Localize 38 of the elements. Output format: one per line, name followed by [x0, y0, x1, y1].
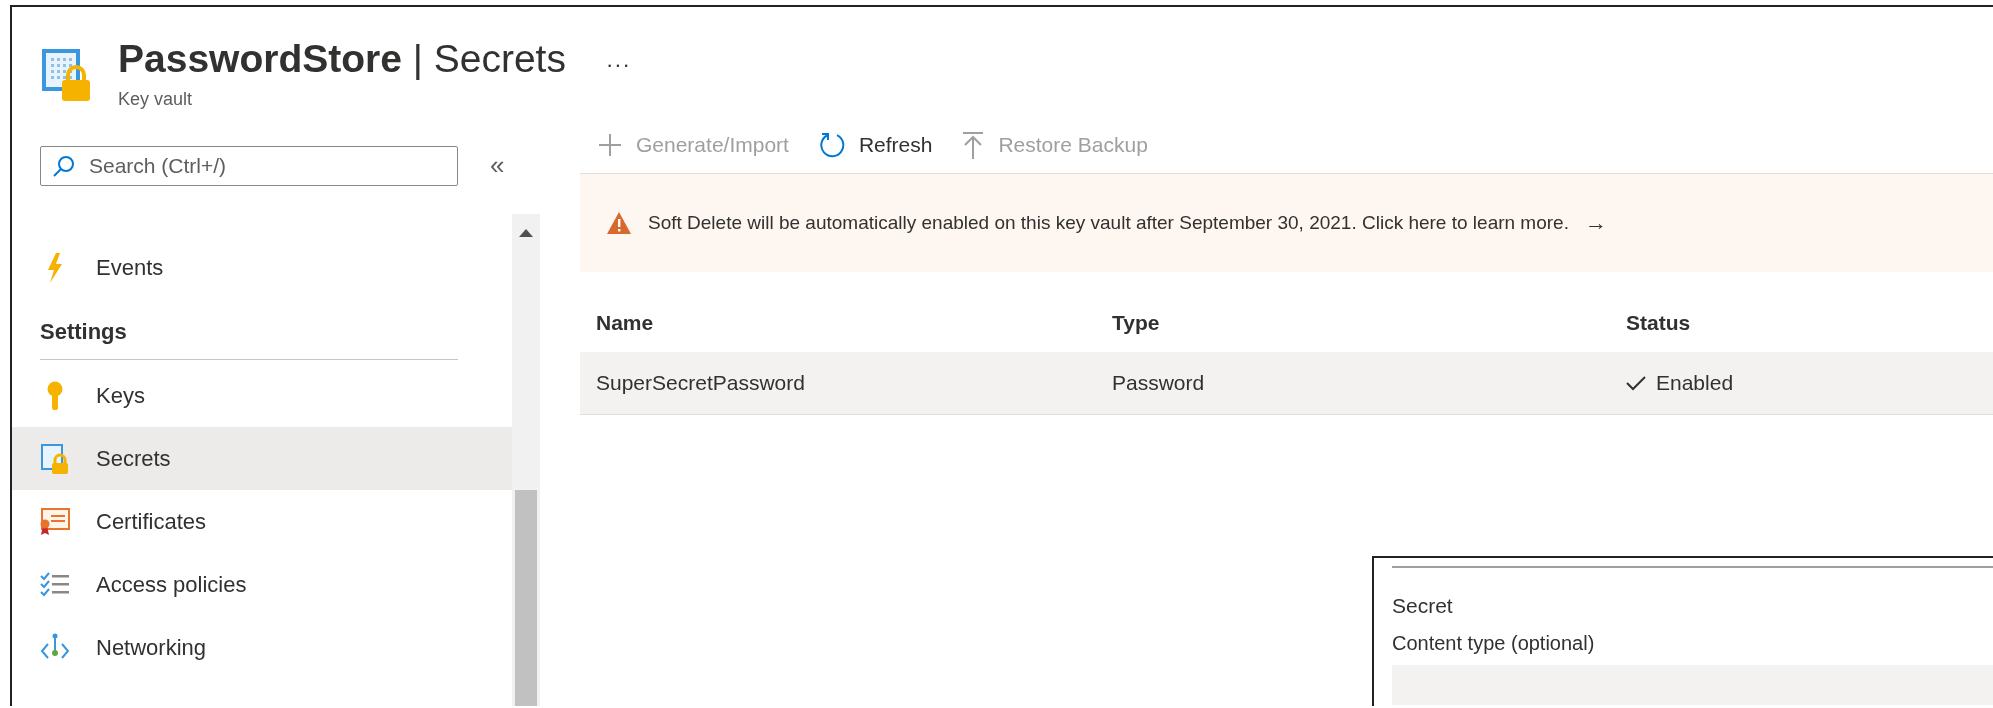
page-title: PasswordStore | Secrets	[118, 37, 566, 81]
search-icon	[53, 154, 75, 177]
refresh-icon	[818, 132, 845, 158]
sidebar-item[interactable]: Secrets	[12, 427, 512, 490]
section-heading: Settings	[40, 319, 458, 360]
sidebar-item[interactable]: Keys	[12, 364, 512, 427]
column-header[interactable]: Type	[1112, 311, 1626, 335]
scrollbar[interactable]	[512, 214, 540, 706]
key-vault-icon	[42, 47, 92, 103]
upload-icon	[962, 131, 985, 159]
search-field[interactable]: Search (Ctrl+/)	[40, 145, 458, 186]
sidebar-item[interactable]: Networking	[12, 616, 512, 679]
lightning-icon	[47, 252, 63, 283]
key-icon	[47, 380, 63, 411]
panel-heading: Secret	[1392, 593, 1454, 618]
sidebar-item[interactable]: Events	[12, 236, 512, 299]
more-button[interactable]: ···	[605, 52, 631, 78]
page-subtitle: Key vault	[118, 89, 194, 110]
sidebar-item[interactable]: Access policies	[12, 553, 512, 616]
field-label: Content type (optional)	[1392, 631, 1596, 655]
column-header[interactable]: Name	[596, 311, 1112, 335]
table-cell-text: SuperSecretPassword	[596, 371, 806, 395]
column-header[interactable]: Status	[1626, 311, 1993, 335]
checklist-icon	[40, 571, 70, 598]
collapse-button[interactable]: «	[490, 150, 505, 181]
banner-text[interactable]: Soft Delete will be automatically enabled on this key vault after September 30, 2021. Click here to learn more.	[648, 212, 1569, 234]
sidebar-item[interactable]: Certificates	[12, 490, 512, 553]
certificate-icon	[40, 507, 70, 536]
arrow-icon[interactable]: →	[1584, 210, 1607, 236]
key-vault-icon	[41, 443, 69, 474]
table-cell: Enabled	[1656, 371, 1734, 395]
plus-icon	[598, 133, 622, 157]
scroll-up-icon[interactable]	[519, 228, 533, 238]
checkmark-icon	[1626, 375, 1646, 391]
warning-icon	[606, 211, 632, 235]
table-cell-text: Password	[1112, 371, 1206, 395]
toolbar-button[interactable]: Refresh	[818, 132, 933, 158]
table-row[interactable]: SuperSecretPassword Password Enabled	[580, 352, 1993, 415]
